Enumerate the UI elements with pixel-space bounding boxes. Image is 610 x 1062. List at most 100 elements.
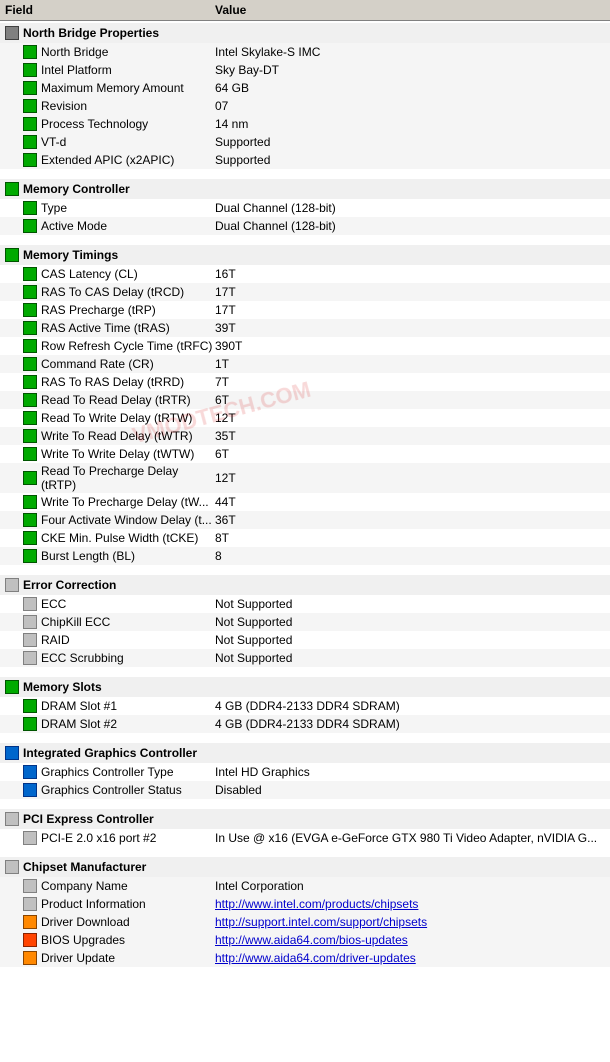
mem-icon	[23, 303, 37, 317]
pci-icon	[5, 812, 19, 826]
value-cell: 35T	[215, 429, 605, 443]
value-cell: Dual Channel (128-bit)	[215, 201, 605, 215]
field-cell: RAID	[5, 633, 215, 647]
value-link[interactable]: http://www.aida64.com/driver-updates	[215, 951, 416, 965]
field-cell: RAS To CAS Delay (tRCD)	[5, 285, 215, 299]
field-cell: Command Rate (CR)	[5, 357, 215, 371]
value-cell: http://www.aida64.com/driver-updates	[215, 951, 605, 965]
value-cell: http://support.intel.com/support/chipset…	[215, 915, 605, 929]
mem-icon	[23, 495, 37, 509]
field-cell: CKE Min. Pulse Width (tCKE)	[5, 531, 215, 545]
value-cell: 4 GB (DDR4-2133 DDR4 SDRAM)	[215, 699, 605, 713]
table-row: BIOS Upgrades http://www.aida64.com/bios-…	[0, 931, 610, 949]
mem-icon	[23, 267, 37, 281]
mem-icon	[23, 339, 37, 353]
value-cell: 6T	[215, 393, 605, 407]
section-label: Chipset Manufacturer	[23, 860, 146, 874]
field-label: ECC Scrubbing	[41, 651, 124, 665]
mem-icon	[23, 321, 37, 335]
value-link[interactable]: http://support.intel.com/support/chipset…	[215, 915, 427, 929]
mem-icon	[23, 447, 37, 461]
value-cell: 44T	[215, 495, 605, 509]
mem-icon	[23, 393, 37, 407]
value-cell: 36T	[215, 513, 605, 527]
value-cell: 12T	[215, 411, 605, 425]
mem-icon	[23, 219, 37, 233]
field-label: ChipKill ECC	[41, 615, 110, 629]
table-row: Driver Update http://www.aida64.com/drive…	[0, 949, 610, 967]
table-row: DRAM Slot #24 GB (DDR4-2133 DDR4 SDRAM)	[0, 715, 610, 733]
table-row: Company NameIntel Corporation	[0, 877, 610, 895]
value-cell: Not Supported	[215, 633, 605, 647]
field-cell: PCI-E 2.0 x16 port #2	[5, 831, 215, 845]
field-cell: Revision	[5, 99, 215, 113]
field-label: Type	[41, 201, 67, 215]
value-cell: Intel Skylake-S IMC	[215, 45, 605, 59]
table-row: Graphics Controller StatusDisabled	[0, 781, 610, 799]
table-row: ECC ScrubbingNot Supported	[0, 649, 610, 667]
field-label: Driver Download	[41, 915, 130, 929]
field-cell: ChipKill ECC	[5, 615, 215, 629]
field-label: Read To Read Delay (tRTR)	[41, 393, 191, 407]
table-row: Row Refresh Cycle Time (tRFC)390T	[0, 337, 610, 355]
section-label: Memory Slots	[23, 680, 102, 694]
value-cell: 07	[215, 99, 605, 113]
field-cell: Read To Precharge Delay (tRTP)	[5, 464, 215, 492]
value-link[interactable]: http://www.aida64.com/bios-updates	[215, 933, 408, 947]
field-label: BIOS Upgrades	[41, 933, 125, 947]
field-cell: Driver Download	[5, 915, 215, 929]
value-link[interactable]: http://www.intel.com/products/chipsets	[215, 897, 418, 911]
chip-icon	[23, 81, 37, 95]
field-label: RAID	[41, 633, 70, 647]
empty-row	[0, 799, 610, 807]
empty-row	[0, 667, 610, 675]
table-row: Revision 07	[0, 97, 610, 115]
table-row: RAS Active Time (tRAS)39T	[0, 319, 610, 337]
table-row: CKE Min. Pulse Width (tCKE) 8T	[0, 529, 610, 547]
value-cell: Supported	[215, 153, 605, 167]
mem-icon	[23, 471, 37, 485]
ec-icon	[23, 633, 37, 647]
ec-icon	[23, 651, 37, 665]
field-label: Command Rate (CR)	[41, 357, 154, 371]
section-header-chipset-manufacturer: Chipset Manufacturer	[0, 857, 610, 877]
field-label: Write To Precharge Delay (tW...	[41, 495, 209, 509]
section-label: PCI Express Controller	[23, 812, 154, 826]
table-row: Read To Read Delay (tRTR) 6T	[0, 391, 610, 409]
section-header-memory-controller: Memory Controller	[0, 179, 610, 199]
table-row: RAID Not Supported	[0, 631, 610, 649]
value-cell: Intel Corporation	[215, 879, 605, 893]
igp-icon	[23, 783, 37, 797]
mem-icon	[23, 531, 37, 545]
section-label: Integrated Graphics Controller	[23, 746, 197, 760]
section-header-pci-express: PCI Express Controller	[0, 809, 610, 829]
dram-icon	[23, 699, 37, 713]
value-cell: Sky Bay-DT	[215, 63, 605, 77]
field-cell: Product Information	[5, 897, 215, 911]
field-cell: Driver Update	[5, 951, 215, 965]
ec-icon	[23, 615, 37, 629]
main-table: Field Value North Bridge PropertiesNorth…	[0, 0, 610, 967]
section-header-integrated-graphics: Integrated Graphics Controller	[0, 743, 610, 763]
value-cell: 14 nm	[215, 117, 605, 131]
table-row: CAS Latency (CL)16T	[0, 265, 610, 283]
field-cell: DRAM Slot #2	[5, 717, 215, 731]
field-cell: Graphics Controller Type	[5, 765, 215, 779]
value-cell: 6T	[215, 447, 605, 461]
field-cell: Write To Read Delay (tWTR)	[5, 429, 215, 443]
dl-icon	[23, 915, 37, 929]
table-row: Maximum Memory Amount64 GB	[0, 79, 610, 97]
section-label: Error Correction	[23, 578, 116, 592]
value-cell: 8T	[215, 531, 605, 545]
empty-row	[0, 847, 610, 855]
value-cell: http://www.intel.com/products/chipsets	[215, 897, 605, 911]
field-label: Extended APIC (x2APIC)	[41, 153, 174, 167]
field-label: CKE Min. Pulse Width (tCKE)	[41, 531, 198, 545]
table-row: Write To Read Delay (tWTR)35T	[0, 427, 610, 445]
field-label: Revision	[41, 99, 87, 113]
table-row: Intel PlatformSky Bay-DT	[0, 61, 610, 79]
mem-icon	[23, 513, 37, 527]
value-cell: 7T	[215, 375, 605, 389]
field-label: Driver Update	[41, 951, 115, 965]
value-cell: 17T	[215, 285, 605, 299]
